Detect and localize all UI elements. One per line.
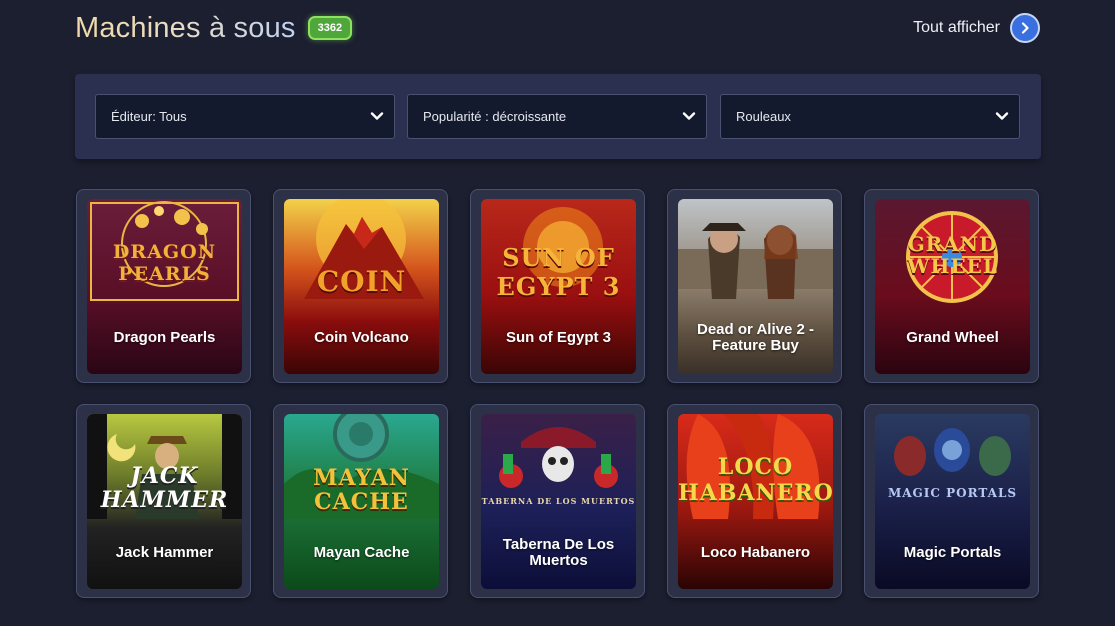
game-logo: JACK HAMMER [100,463,229,513]
game-title: Magic Portals [903,544,1002,561]
chevron-down-icon [682,108,696,126]
count-badge: 3362 [307,16,353,40]
publisher-select-label: Éditeur: Tous [111,109,187,124]
reels-select-label: Rouleaux [736,109,791,124]
game-thumbnail: Dead or Alive 2 - Feature Buy [678,199,833,374]
game-title: Dragon Pearls [113,329,216,346]
game-logo: MAYAN CACHE [313,465,410,515]
game-title: Jack Hammer [115,544,214,561]
game-tile-grand-wheel[interactable]: GRAND WHEEL Grand Wheel [864,189,1039,383]
game-title: Dead or Alive 2 - Feature Buy [697,321,814,354]
game-title: Loco Habanero [700,544,811,561]
page-title: Machines à sous [75,11,296,44]
game-tile-dead-or-alive-2[interactable]: Dead or Alive 2 - Feature Buy [667,189,842,383]
game-thumbnail: COIN Coin Volcano [284,199,439,374]
game-art [678,223,833,299]
chevron-down-icon [995,108,1009,126]
game-title: Grand Wheel [906,329,999,346]
game-tile-magic-portals[interactable]: MAGIC PORTALS Magic Portals [864,404,1039,598]
reels-select[interactable]: Rouleaux [720,94,1020,139]
game-thumbnail: LOCO HABANERO Loco Habanero [678,414,833,589]
game-logo: LOCO HABANERO [678,454,833,506]
game-logo: TABERNA DE LOS MUERTOS [481,496,636,506]
game-logo: COIN [316,265,407,298]
game-title: Mayan Cache [313,544,410,561]
game-title: Sun of Egypt 3 [506,329,611,346]
section-header: Machines à sous 3362 Tout afficher [75,8,1040,48]
game-thumbnail: MAYAN CACHE Mayan Cache [284,414,439,589]
game-tile-loco-habanero[interactable]: LOCO HABANERO Loco Habanero [667,404,842,598]
game-logo: DRAGON PEARLS [112,241,217,285]
publisher-select[interactable]: Éditeur: Tous [95,94,395,139]
popularity-select[interactable]: Popularité : décroissante [407,94,707,139]
game-tile-jack-hammer[interactable]: JACK HAMMER Jack Hammer [76,404,251,598]
game-logo: GRAND WHEEL [907,232,998,278]
game-thumbnail: GRAND WHEEL Grand Wheel [875,199,1030,374]
game-thumbnail: MAGIC PORTALS Magic Portals [875,414,1030,589]
filter-bar: Éditeur: Tous Popularité : décroissante … [75,74,1041,159]
title-group: Machines à sous 3362 [75,11,353,45]
game-logo: SUN OF EGYPT 3 [496,243,621,301]
game-art [894,428,1011,476]
popularity-select-label: Popularité : décroissante [423,109,567,124]
show-all-label: Tout afficher [913,19,1000,36]
chevron-down-icon [370,108,384,126]
game-logo: MAGIC PORTALS [887,486,1018,500]
show-all-link[interactable]: Tout afficher [913,13,1040,43]
game-tile-coin-volcano[interactable]: COIN Coin Volcano [273,189,448,383]
game-thumbnail: DRAGON PEARLS Dragon Pearls [87,199,242,374]
game-thumbnail: JACK HAMMER Jack Hammer [87,414,242,589]
game-title: Taberna De Los Muertos [502,536,615,569]
game-tile-sun-of-egypt-3[interactable]: SUN OF EGYPT 3 Sun of Egypt 3 [470,189,645,383]
game-tile-taberna-de-los-muertos[interactable]: TABERNA DE LOS MUERTOS Taberna De Los Mu… [470,404,645,598]
chevron-right-icon[interactable] [1010,13,1040,43]
game-tile-dragon-pearls[interactable]: DRAGON PEARLS Dragon Pearls [76,189,251,383]
game-thumbnail: SUN OF EGYPT 3 Sun of Egypt 3 [481,199,636,374]
game-title: Coin Volcano [314,329,409,346]
game-tile-mayan-cache[interactable]: MAYAN CACHE Mayan Cache [273,404,448,598]
game-thumbnail: TABERNA DE LOS MUERTOS Taberna De Los Mu… [481,414,636,589]
